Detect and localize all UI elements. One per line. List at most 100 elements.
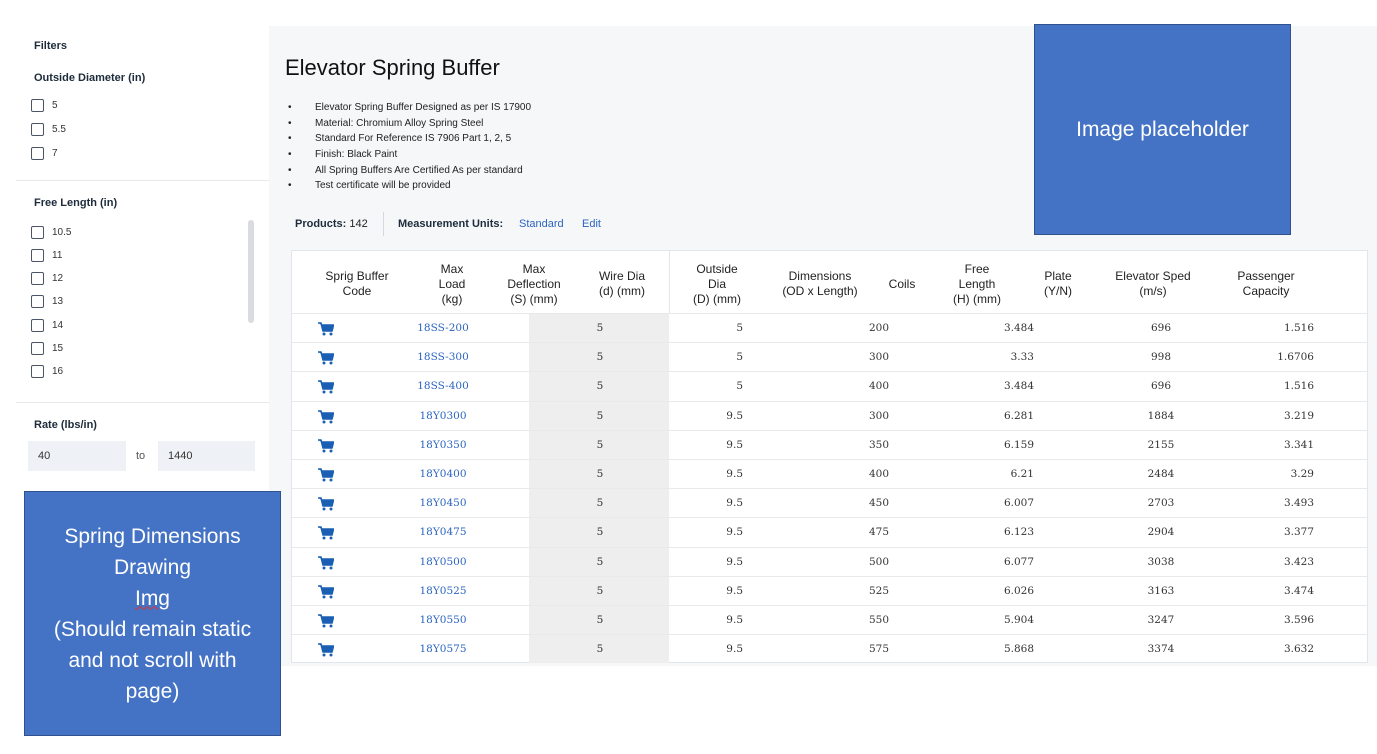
free-length-cell: 6.123 <box>1003 526 1034 539</box>
outside-dia-cell: 9.5 <box>726 643 743 656</box>
units-value-link[interactable]: Standard <box>519 216 564 232</box>
wire-dia-cell: 5 <box>596 409 604 422</box>
code-cell[interactable]: 18Y0525 <box>398 577 488 606</box>
rate-min-input[interactable] <box>28 441 126 471</box>
coils-cell: 575 <box>868 643 889 656</box>
free-length-option[interactable]: 16 <box>31 362 63 380</box>
code-cell[interactable]: 18Y0350 <box>398 431 488 460</box>
code-cell[interactable]: 18Y0550 <box>398 606 488 635</box>
outside-dia-cell: 9.5 <box>726 409 743 422</box>
free-length-cell: 5.904 <box>1003 614 1034 626</box>
checkbox[interactable] <box>31 146 44 160</box>
outside-dia-cell: 5 <box>736 351 743 364</box>
cart-icon[interactable] <box>318 555 334 570</box>
passenger-capacity-cell: 3.493 <box>1283 497 1314 510</box>
coils-cell: 200 <box>868 322 889 334</box>
wire-dia-cell: 5 <box>596 468 604 480</box>
outside-dia-cell: 9.5 <box>726 555 743 568</box>
free-length-option[interactable]: 14 <box>31 316 63 334</box>
code-cell[interactable]: 18Y0400 <box>398 460 488 489</box>
th-passenger-capacity: Passenger Capacity <box>1237 269 1295 298</box>
cart-icon[interactable] <box>318 497 334 511</box>
code-cell[interactable]: 18Y0575 <box>398 635 488 664</box>
cart-icon[interactable] <box>318 409 334 424</box>
table-row: 18SS-200 5 5 200 3.484 696 1.516 <box>292 313 1367 342</box>
cart-icon[interactable] <box>318 438 334 453</box>
divider <box>383 212 384 236</box>
free-length-cell: 6.159 <box>1003 438 1034 451</box>
passenger-capacity-cell: 3.632 <box>1283 643 1314 656</box>
list-item: Elevator Spring Buffer Designed as per I… <box>288 100 531 116</box>
checkbox[interactable] <box>31 341 44 355</box>
coils-cell: 400 <box>868 380 889 393</box>
elevator-speed-cell: 696 <box>1150 322 1172 334</box>
cart-icon[interactable] <box>318 351 334 365</box>
checkbox[interactable] <box>31 364 44 378</box>
code-cell[interactable]: 18SS-300 <box>398 343 488 372</box>
wire-dia-cell: 5 <box>596 438 604 451</box>
cart-icon[interactable] <box>318 584 334 599</box>
list-item: Finish: Black Paint <box>288 147 531 163</box>
elevator-speed-cell: 998 <box>1150 351 1172 364</box>
coils-cell: 475 <box>868 526 889 539</box>
code-cell[interactable]: 18SS-400 <box>398 372 488 401</box>
list-item: Test certificate will be provided <box>288 178 531 194</box>
divider <box>16 180 269 181</box>
cart-icon[interactable] <box>318 322 334 336</box>
code-cell[interactable]: 18Y0500 <box>398 548 488 577</box>
list-item: Material: Chromium Alloy Spring Steel <box>288 116 531 132</box>
passenger-capacity-cell: 1.516 <box>1283 380 1314 393</box>
wire-dia-cell: 5 <box>596 322 604 334</box>
free-length-option[interactable]: 12 <box>31 269 63 287</box>
od-option[interactable]: 7 <box>31 144 58 162</box>
free-length-option[interactable]: 15 <box>31 339 63 357</box>
passenger-capacity-cell: 3.219 <box>1283 409 1314 422</box>
wire-dia-cell: 5 <box>596 584 604 597</box>
passenger-capacity-cell: 3.377 <box>1283 526 1314 539</box>
table-row: 18Y0350 5 9.5 350 6.159 2155 3.341 <box>292 429 1367 460</box>
outside-diameter-title: Outside Diameter (in) <box>34 72 146 84</box>
cart-icon[interactable] <box>318 380 334 394</box>
outside-dia-cell: 9.5 <box>726 497 743 510</box>
edit-units-link[interactable]: Edit <box>582 216 601 232</box>
od-option[interactable]: 5 <box>31 96 58 114</box>
coils-cell: 400 <box>868 468 889 480</box>
code-cell[interactable]: 18Y0450 <box>398 489 488 518</box>
free-length-option[interactable]: 10.5 <box>31 223 71 241</box>
units-label: Measurement Units: <box>398 218 504 230</box>
free-length-cell: 5.868 <box>1003 643 1034 656</box>
rate-to-label: to <box>136 450 146 462</box>
table-row: 18Y0500 5 9.5 500 6.077 3038 3.423 <box>292 546 1367 577</box>
checkbox[interactable] <box>31 294 44 308</box>
cart-icon[interactable] <box>318 468 334 482</box>
checkbox[interactable] <box>31 318 44 332</box>
free-length-cell: 6.281 <box>1003 409 1034 422</box>
outside-dia-cell: 9.5 <box>726 526 743 539</box>
table-row: 18Y0575 5 9.5 575 5.868 3374 3.632 <box>292 634 1367 663</box>
checkbox[interactable] <box>31 271 44 285</box>
free-length-option[interactable]: 11 <box>31 246 62 264</box>
table-row: 18Y0450 5 9.5 450 6.007 2703 3.493 <box>292 488 1367 517</box>
coils-cell: 300 <box>868 409 889 422</box>
table-row: 18Y0525 5 9.5 525 6.026 3163 3.474 <box>292 575 1367 606</box>
coils-cell: 550 <box>868 614 889 626</box>
cart-icon[interactable] <box>318 526 334 540</box>
cart-icon[interactable] <box>318 614 334 628</box>
code-cell[interactable]: 18Y0475 <box>398 518 488 547</box>
cart-icon[interactable] <box>318 643 334 657</box>
checkbox[interactable] <box>31 98 44 112</box>
code-cell[interactable]: 18Y0300 <box>398 402 488 431</box>
od-option[interactable]: 5.5 <box>31 120 66 138</box>
elevator-speed-cell: 2703 <box>1147 497 1175 510</box>
free-length-option[interactable]: 13 <box>31 292 63 310</box>
free-length-cell: 6.077 <box>1003 555 1034 568</box>
checkbox[interactable] <box>31 225 44 239</box>
th-elevator-speed: Elevator Sped (m/s) <box>1115 269 1191 298</box>
checkbox[interactable] <box>31 248 44 262</box>
free-length-cell: 6.026 <box>1003 584 1034 597</box>
filters-title: Filters <box>34 40 68 52</box>
code-cell[interactable]: 18SS-200 <box>398 314 488 343</box>
checkbox[interactable] <box>31 122 44 136</box>
filter-scrollbar[interactable] <box>248 220 254 323</box>
rate-max-input[interactable] <box>158 441 255 471</box>
